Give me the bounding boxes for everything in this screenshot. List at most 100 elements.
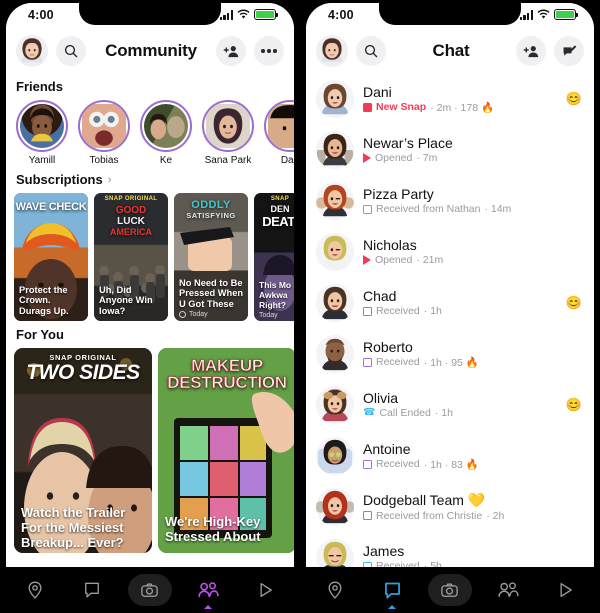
friend-item[interactable]: Dan xyxy=(264,100,294,166)
chat-text: Dodgeball Team 💛 Received from Christie … xyxy=(363,492,573,522)
subscription-card[interactable]: WAVE CHECK Protect the Crown. Durags Up. xyxy=(14,193,88,321)
subscriptions-row[interactable]: WAVE CHECK Protect the Crown. Durags Up.… xyxy=(6,191,294,321)
card-caption: Uh, Did Anyone Win Iowa? xyxy=(99,284,153,317)
chat-status-text: Received from Nathan xyxy=(376,203,481,215)
friend-avatar xyxy=(206,104,250,148)
opened-triangle-red-icon xyxy=(363,153,371,163)
card-caption: This Mo Awkwa Right? xyxy=(259,280,292,311)
card-caption: Watch the Trailer For the Messiest Break… xyxy=(21,505,126,551)
nav-item-map[interactable] xyxy=(313,573,357,607)
chat-text: Pizza Party Received from Nathan · 14m xyxy=(363,186,573,215)
subscription-card[interactable]: ODDLY SATISFYING No Need to Be Pressed W… xyxy=(174,193,248,321)
nav-item-camera[interactable] xyxy=(427,573,472,607)
friend-avatar xyxy=(20,104,64,148)
camera-pill[interactable] xyxy=(127,574,172,606)
friend-name: Sana Park xyxy=(204,155,252,166)
chat-row[interactable]: Antoine Received · 1h · 83 🔥 xyxy=(306,430,594,481)
subscriptions-section-header[interactable]: Subscriptions › xyxy=(6,166,294,191)
status-bar: 4:00 xyxy=(6,3,294,29)
nav-item-spotlight[interactable] xyxy=(543,573,587,607)
nav-item-friends[interactable] xyxy=(486,573,530,607)
card-brand: MAKEUP DESTRUCTION xyxy=(158,357,294,392)
status-icons xyxy=(519,9,579,20)
chat-status-text: Received from Christie xyxy=(376,509,483,522)
card-brand: DEN DEATI xyxy=(262,204,294,229)
friendship-emoji: 😊 xyxy=(565,90,582,106)
profile-avatar[interactable] xyxy=(16,35,48,67)
chat-row[interactable]: Olivia ☎ Call Ended · 1h 😊 xyxy=(306,379,594,430)
avatar xyxy=(316,232,354,271)
card-stamp-text: Today xyxy=(189,311,208,318)
nav-item-chat[interactable] xyxy=(70,573,114,607)
add-friend-icon[interactable] xyxy=(216,36,246,66)
nav-item-chat[interactable] xyxy=(370,573,414,609)
avatar xyxy=(316,385,354,424)
search-icon[interactable] xyxy=(356,36,386,66)
community-app-bar: Community xyxy=(6,29,294,73)
chat-status-text: Received xyxy=(376,356,420,368)
chat-name: Antoine xyxy=(363,440,411,457)
chat-status-text: Call Ended xyxy=(379,407,431,419)
dual-screenshot: 4:00 Community Friends Yamill Tobias Ke … xyxy=(0,0,600,613)
camera-pill[interactable] xyxy=(427,574,472,606)
avatar xyxy=(316,436,354,475)
chat-status: New Snap · 2m · 178 🔥 xyxy=(363,101,557,114)
avatar xyxy=(316,79,354,118)
card-brand: ODDLY SATISFYING xyxy=(186,199,236,220)
chat-name: Roberto xyxy=(363,338,413,355)
more-options-icon[interactable] xyxy=(254,36,284,66)
chat-meta: · 1h · 83 🔥 xyxy=(423,458,479,471)
status-icons xyxy=(219,9,279,20)
chat-name: Chad xyxy=(363,288,397,304)
chat-status: ☎ Call Ended · 1h xyxy=(363,407,557,419)
friend-item[interactable]: Yamill xyxy=(16,100,68,166)
subscription-card[interactable]: SNAP ORIGINAL GOOD LUCK AMERICA Uh, Did … xyxy=(94,193,168,321)
page-title: Chat xyxy=(432,41,470,60)
chat-row[interactable]: Chad Received · 1h 😊 xyxy=(306,277,594,328)
chat-list[interactable]: Dani New Snap · 2m · 178 🔥 😊 Newar’s Pla… xyxy=(306,73,594,613)
chat-status: Opened · 21m xyxy=(363,254,573,266)
bottom-nav[interactable] xyxy=(300,567,600,613)
active-indicator xyxy=(388,605,397,609)
nav-item-map[interactable] xyxy=(13,573,57,607)
chat-status: Received · 1h · 83 🔥 xyxy=(363,458,573,471)
chat-text: Nicholas Opened · 21m xyxy=(363,237,573,266)
phone-body: 4:00 xyxy=(306,3,594,613)
chevron-right-icon: › xyxy=(107,173,112,186)
chat-text: Roberto Received · 1h · 95 🔥 xyxy=(363,339,573,369)
chat-text: Chad Received · 1h xyxy=(363,288,557,317)
avatar xyxy=(316,130,354,169)
chat-row[interactable]: Dodgeball Team 💛 Received from Christie … xyxy=(306,481,594,532)
signal-bars-icon xyxy=(219,9,233,20)
profile-avatar[interactable] xyxy=(316,35,348,67)
add-friend-icon[interactable] xyxy=(516,36,546,66)
foryou-card[interactable]: MAKEUP DESTRUCTION We're High-Key Stress… xyxy=(158,348,294,553)
chat-row[interactable]: Dani New Snap · 2m · 178 🔥 😊 xyxy=(306,73,594,124)
battery-icon xyxy=(254,9,279,20)
avatar xyxy=(316,334,354,373)
call-ended-blue-icon: ☎ xyxy=(363,407,376,418)
friend-story-ring xyxy=(264,100,294,152)
friend-item[interactable]: Ke xyxy=(140,100,192,166)
nav-item-camera[interactable] xyxy=(127,573,172,607)
chat-text: Olivia ☎ Call Ended · 1h xyxy=(363,390,557,419)
nav-item-friends[interactable] xyxy=(186,573,230,609)
foryou-row[interactable]: SNAP ORIGINAL TWO SIDES Watch the Traile… xyxy=(6,346,294,553)
friends-row[interactable]: Yamill Tobias Ke Sana Park Da xyxy=(6,98,294,166)
chat-row[interactable]: Nicholas Opened · 21m xyxy=(306,226,594,277)
card-timestamp: Today xyxy=(259,312,278,319)
friend-item[interactable]: Tobias xyxy=(78,100,130,166)
foryou-card[interactable]: SNAP ORIGINAL TWO SIDES Watch the Traile… xyxy=(14,348,152,553)
chat-status-text: Received xyxy=(376,458,420,470)
chat-row[interactable]: Newar’s Place Opened · 7m xyxy=(306,124,594,175)
chat-name: Olivia xyxy=(363,390,399,406)
nav-item-spotlight[interactable] xyxy=(243,573,287,607)
subscription-card[interactable]: SNAP DEN DEATI This Mo Awkwa Right? Toda… xyxy=(254,193,294,321)
new-chat-icon[interactable] xyxy=(554,36,584,66)
friend-item[interactable]: Sana Park xyxy=(202,100,254,166)
wifi-icon xyxy=(237,9,250,20)
bottom-nav[interactable] xyxy=(0,567,300,613)
chat-row[interactable]: Roberto Received · 1h · 95 🔥 xyxy=(306,328,594,379)
chat-row[interactable]: Pizza Party Received from Nathan · 14m xyxy=(306,175,594,226)
search-icon[interactable] xyxy=(56,36,86,66)
